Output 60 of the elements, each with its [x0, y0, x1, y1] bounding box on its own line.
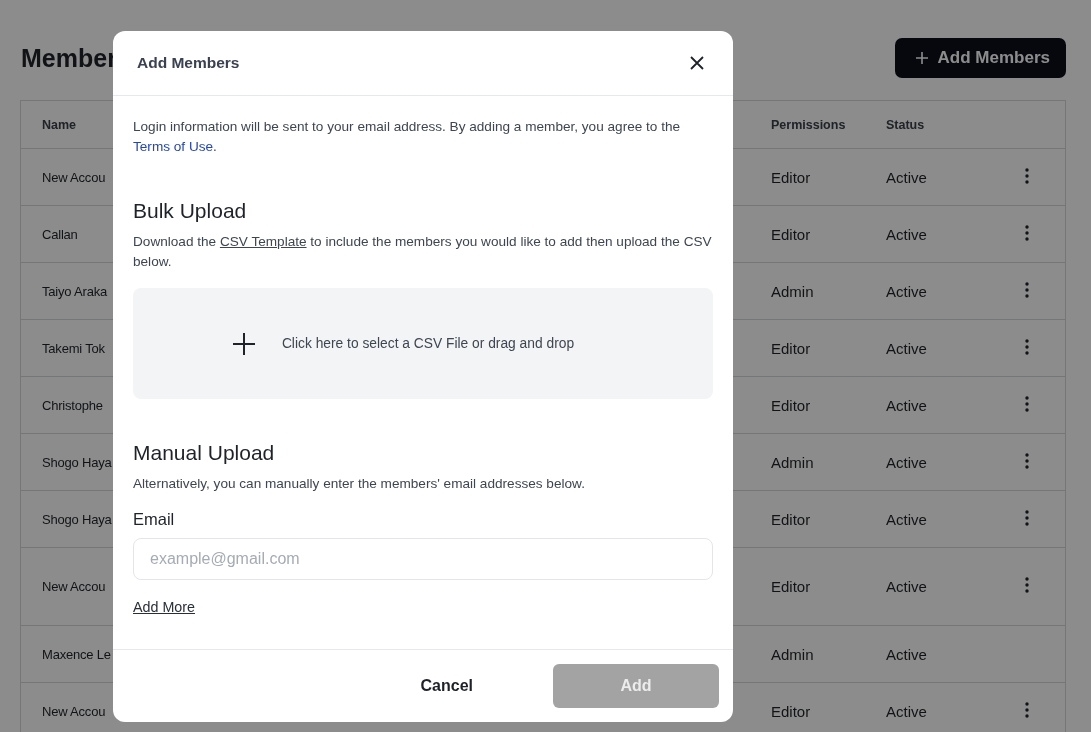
table-cell: Editor — [771, 168, 811, 186]
file-dropzone[interactable]: Click here to select a CSV File or drag and drop — [133, 288, 713, 399]
section-heading: Bulk Upload — [133, 199, 248, 223]
intro-text: Login information will be sent to your email address. By adding a member, you agree to the Terms of Use. — [133, 118, 682, 156]
more-options-icon[interactable] — [1025, 338, 1029, 355]
add-more-link[interactable]: Add More — [133, 599, 195, 615]
table-cell: Takemi Tok — [42, 340, 105, 356]
table-cell: Christophe — [42, 397, 103, 413]
more-options-icon[interactable] — [1025, 452, 1029, 469]
more-options-icon[interactable] — [1025, 167, 1029, 184]
table-cell: Active — [886, 282, 927, 300]
more-options-icon[interactable] — [1025, 509, 1029, 526]
table-cell: New Accou — [42, 169, 106, 185]
table-cell: Shogo Haya — [42, 454, 112, 470]
more-options-icon[interactable] — [1025, 395, 1029, 412]
plus-icon — [914, 51, 929, 65]
table-cell: Editor — [771, 578, 811, 595]
bulk-description: Download the CSV Template to include the members you would like to add then upload the CSV below. — [133, 233, 713, 271]
table-cell: Active — [886, 396, 927, 414]
table-cell: Taiyo Araka — [42, 283, 107, 299]
table-cell: Admin — [771, 645, 814, 663]
table-cell: Active — [886, 225, 927, 243]
plus-icon — [231, 331, 256, 356]
close-icon[interactable] — [689, 55, 705, 71]
table-cell: Active — [886, 339, 927, 357]
table-cell: Active — [886, 168, 927, 186]
table-cell: Admin — [771, 453, 814, 471]
table-cell: Maxence Le — [42, 646, 111, 662]
table-cell: Active — [886, 578, 927, 595]
table-cell: Editor — [771, 702, 811, 720]
table-cell: New Accou — [42, 579, 106, 594]
table-cell: New Accou — [42, 703, 106, 719]
more-options-icon[interactable] — [1025, 281, 1029, 298]
manual-description: Alternatively, you can manually enter the members' email addresses below. — [133, 475, 586, 493]
table-cell: Editor — [771, 339, 811, 357]
table-cell: Editor — [771, 225, 811, 243]
field-label: Email — [133, 510, 176, 529]
add-members-button[interactable]: Add Members — [894, 38, 1066, 78]
column-header: Status — [886, 117, 925, 132]
terms-link[interactable]: Terms of Use — [133, 139, 214, 154]
template-link[interactable]: CSV Template — [219, 234, 307, 249]
column-header: Permissions — [771, 117, 846, 132]
email-field[interactable]: example@gmail.com — [133, 538, 713, 580]
table-cell: Editor — [771, 510, 811, 528]
table-cell: Active — [886, 453, 927, 471]
table-cell: Shogo Haya — [42, 511, 112, 527]
more-options-icon[interactable] — [1025, 224, 1029, 241]
page-title: Member — [21, 43, 117, 73]
table-cell: Active — [886, 702, 927, 720]
column-header: Name — [42, 117, 77, 132]
table-cell: Editor — [771, 396, 811, 414]
more-options-icon[interactable] — [1025, 577, 1029, 593]
table-cell: Admin — [771, 282, 814, 300]
cancel-button[interactable]: Cancel — [410, 664, 483, 708]
table-cell: Active — [886, 645, 927, 663]
table-cell: Callan — [42, 226, 78, 242]
section-heading: Manual Upload — [133, 441, 276, 465]
dialog-title: Add Members — [137, 54, 240, 72]
table-cell: Active — [886, 510, 927, 528]
more-options-icon[interactable] — [1025, 701, 1029, 718]
